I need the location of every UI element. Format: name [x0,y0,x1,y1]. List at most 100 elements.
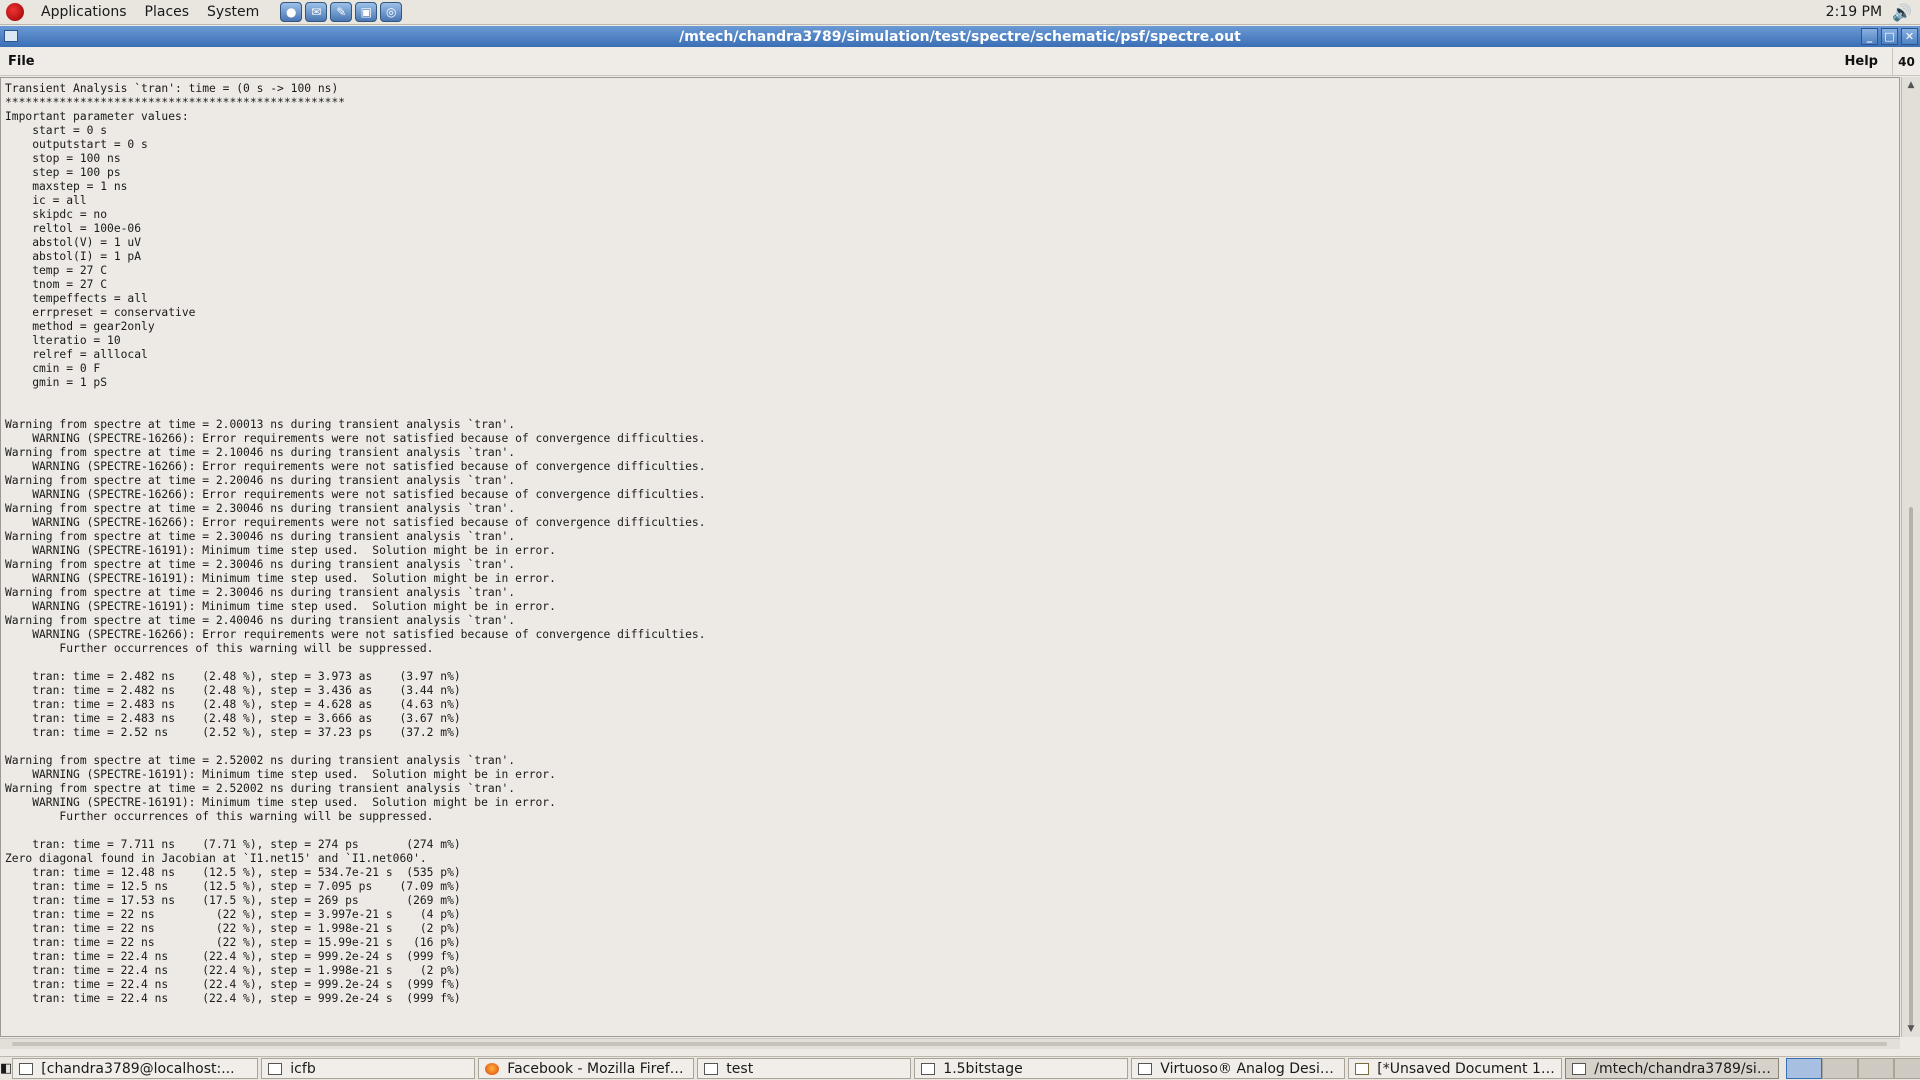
log-line: Warning from spectre at time = 2.52002 n… [5,754,516,767]
log-line: tran: time = 2.483 ns (2.48 %), step = 4… [5,698,461,711]
log-line: start = 0 s [5,124,108,137]
panel-menus: Applications Places System [0,0,274,25]
taskbar-button[interactable]: test [697,1058,912,1079]
log-line: Further occurrences of this warning will… [5,810,434,823]
taskbar-button[interactable]: [chandra3789@localhost:... [12,1058,259,1079]
file-menu[interactable]: File [0,54,43,69]
log-line: Warning from spectre at time = 2.30046 n… [5,502,516,515]
clock[interactable]: 2:19 PM [1826,4,1882,20]
editor-icon[interactable]: ✎ [330,2,353,22]
workspace-switcher [1786,1058,1920,1079]
horizontal-scrollbar[interactable] [0,1038,1900,1049]
window-icon [921,1062,936,1075]
document-icon [1355,1062,1370,1075]
workspace-3[interactable] [1858,1058,1895,1079]
log-line: tran: time = 2.482 ns (2.48 %), step = 3… [5,670,461,683]
log-output: Transient Analysis `tran': time = (0 s -… [1,78,1899,1006]
places-menu[interactable]: Places [136,0,199,25]
taskbar-button[interactable]: Virtuoso® Analog Design ... [1131,1058,1346,1079]
log-line: ic = all [5,194,87,207]
close-button[interactable]: ✕ [1901,28,1918,45]
log-line: tran: time = 22.4 ns (22.4 %), step = 99… [5,992,461,1005]
log-line: WARNING (SPECTRE-16266): Error requireme… [5,488,706,501]
browser-icon[interactable]: ● [280,2,303,22]
log-line: abstol(V) = 1 uV [5,236,142,249]
log-line: WARNING (SPECTRE-16191): Minimum time st… [5,600,556,613]
window-icon [1138,1062,1153,1075]
window-icon [1572,1062,1587,1075]
log-line: skipdc = no [5,208,108,221]
log-line: Zero diagonal found in Jacobian at `I1.n… [5,852,427,865]
log-line: tnom = 27 C [5,278,108,291]
window-titlebar[interactable]: /mtech/chandra3789/simulation/test/spect… [0,26,1920,47]
window-icon [268,1062,283,1075]
menubar-right: Help 40 [1831,47,1920,76]
taskbar-button[interactable]: [*Unsaved Document 1 - ... [1348,1058,1563,1079]
log-line: method = gear2only [5,320,155,333]
log-line: tran: time = 17.53 ns (17.5 %), step = 2… [5,894,461,907]
log-line: WARNING (SPECTRE-16191): Minimum time st… [5,544,556,557]
workspace-1[interactable] [1786,1058,1823,1079]
vertical-scrollbar[interactable]: ▲ ▼ [1901,77,1920,1037]
horizontal-scroll-thumb[interactable] [12,1042,1887,1046]
taskbar-button-label: icfb [290,1060,316,1077]
taskbar-button-label: Virtuoso® Analog Design ... [1160,1060,1339,1077]
window-controls: _ □ ✕ [1861,28,1918,45]
log-line: reltol = 100e-06 [5,222,142,235]
vertical-scroll-thumb[interactable] [1909,507,1913,1027]
log-line: ****************************************… [5,96,346,109]
workspace-2[interactable] [1822,1058,1859,1079]
network-icon[interactable]: ◎ [380,2,403,22]
distro-logo-icon[interactable] [6,3,24,21]
window-title: /mtech/chandra3789/simulation/test/spect… [679,28,1241,45]
log-line: temp = 27 C [5,264,108,277]
show-desktop-icon[interactable]: ◧ [0,1058,12,1080]
log-line: abstol(I) = 1 pA [5,250,142,263]
minimize-button[interactable]: _ [1861,28,1878,45]
window-menu-icon[interactable] [4,30,18,42]
log-line: Warning from spectre at time = 2.30046 n… [5,586,516,599]
scroll-up-icon[interactable]: ▲ [1905,79,1917,91]
maximize-button[interactable]: □ [1881,28,1898,45]
log-line: WARNING (SPECTRE-16266): Error requireme… [5,460,706,473]
taskbar-button-label: /mtech/chandra3789/sim... [1594,1060,1773,1077]
line-counter: 40 [1892,47,1920,76]
log-line: tran: time = 12.5 ns (12.5 %), step = 7.… [5,880,461,893]
log-line: tran: time = 22.4 ns (22.4 %), step = 99… [5,950,461,963]
log-line: tran: time = 22 ns (22 %), step = 3.997e… [5,908,461,921]
log-text-area[interactable]: Transient Analysis `tran': time = (0 s -… [0,77,1900,1037]
log-line: tran: time = 22.4 ns (22.4 %), step = 99… [5,978,461,991]
log-line: WARNING (SPECTRE-16266): Error requireme… [5,432,706,445]
taskbar: ◧ [chandra3789@localhost:... icfb Facebook… [0,1056,1920,1080]
log-line: Important parameter values: [5,110,189,123]
log-line: WARNING (SPECTRE-16266): Error requireme… [5,516,706,529]
taskbar-button[interactable]: icfb [261,1058,476,1079]
terminal-icon[interactable]: ▣ [355,2,378,22]
log-line: Warning from spectre at time = 2.20046 n… [5,474,516,487]
system-menu[interactable]: System [198,0,268,25]
log-line: gmin = 1 pS [5,376,108,389]
taskbar-button[interactable]: Facebook - Mozilla Firefox... [478,1058,695,1079]
log-line: Warning from spectre at time = 2.10046 n… [5,446,516,459]
window-icon [704,1062,719,1075]
taskbar-button[interactable]: 1.5bitstage [914,1058,1129,1079]
scroll-down-icon[interactable]: ▼ [1905,1023,1917,1035]
log-line: Warning from spectre at time = 2.40046 n… [5,614,516,627]
log-line: tran: time = 2.483 ns (2.48 %), step = 3… [5,712,461,725]
log-line: WARNING (SPECTRE-16266): Error requireme… [5,628,706,641]
taskbar-button-label: Facebook - Mozilla Firefox... [507,1060,688,1077]
applications-menu[interactable]: Applications [32,0,136,25]
taskbar-button-label: [chandra3789@localhost:... [41,1060,235,1077]
help-menu[interactable]: Help [1831,54,1892,69]
menubar: File Help 40 [0,47,1920,76]
workspace-4[interactable] [1894,1058,1920,1079]
taskbar-button[interactable]: /mtech/chandra3789/sim... [1565,1058,1780,1079]
email-icon[interactable]: ✉ [305,2,328,22]
log-line: outputstart = 0 s [5,138,148,151]
volume-icon[interactable]: 🔊 [1892,3,1912,22]
log-line: step = 100 ps [5,166,121,179]
log-line: WARNING (SPECTRE-16191): Minimum time st… [5,768,556,781]
